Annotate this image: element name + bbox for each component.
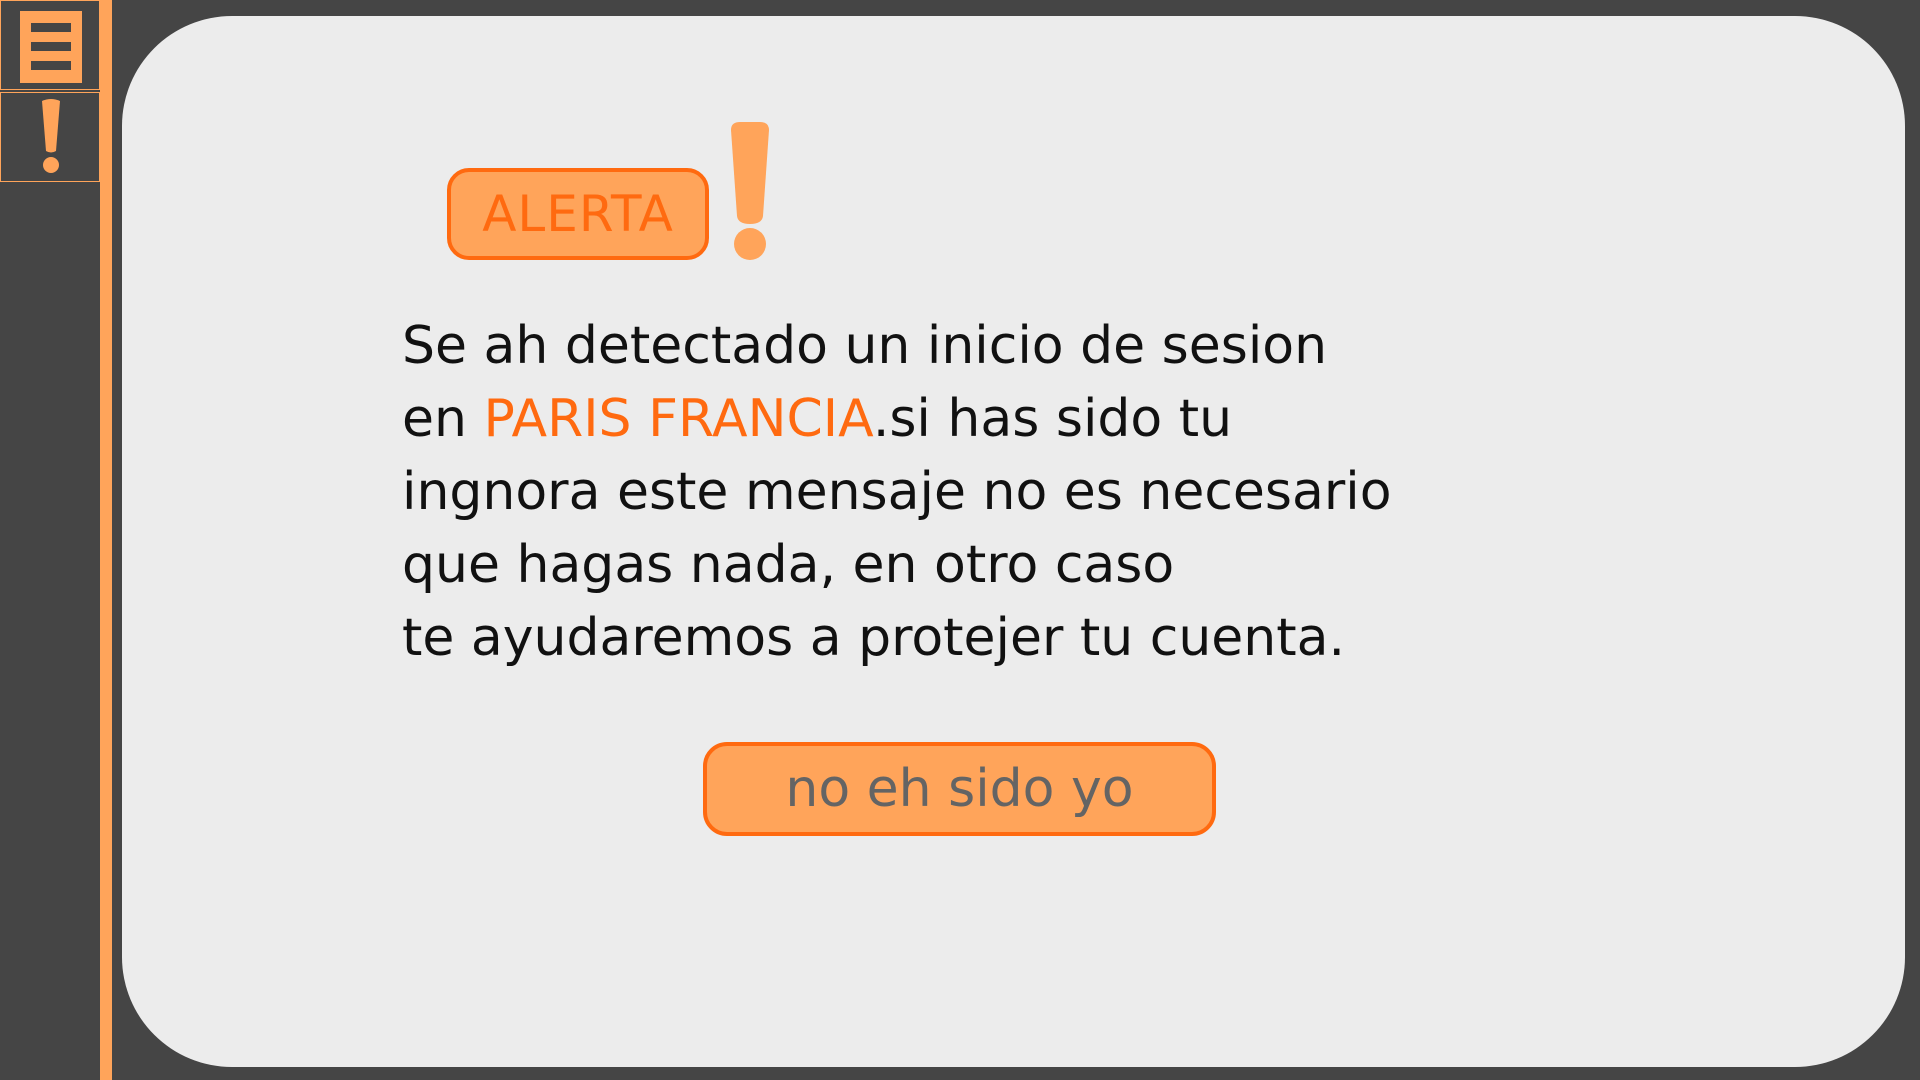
exclamation-icon — [42, 99, 60, 173]
message-text: en — [402, 389, 484, 449]
message-line: ingnora este mensaje no es necesario — [402, 462, 1392, 522]
message-line: que hagas nada, en otro caso — [402, 535, 1175, 595]
sidebar — [0, 0, 100, 1080]
menu-button[interactable] — [0, 0, 100, 90]
alerts-button[interactable] — [0, 92, 100, 182]
message-line: en PARIS FRANCIA.si has sido tu — [402, 383, 1402, 456]
app-window: ALERTA Se ah detectado un inicio de sesi… — [0, 0, 1920, 1080]
message-text: .si has sido tu — [872, 389, 1233, 449]
sidebar-accent-bar — [100, 0, 112, 1080]
message-line: te ayudaremos a protejer tu cuenta. — [402, 608, 1346, 668]
message-line: Se ah detectado un inicio de sesion — [402, 316, 1328, 376]
exclamation-icon — [731, 122, 769, 260]
hamburger-menu-icon — [20, 11, 82, 83]
alert-message: Se ah detectado un inicio de sesion en P… — [402, 310, 1402, 675]
not-me-button[interactable]: no eh sido yo — [703, 742, 1216, 836]
alert-badge: ALERTA — [447, 168, 709, 260]
login-location: PARIS FRANCIA — [483, 389, 873, 449]
